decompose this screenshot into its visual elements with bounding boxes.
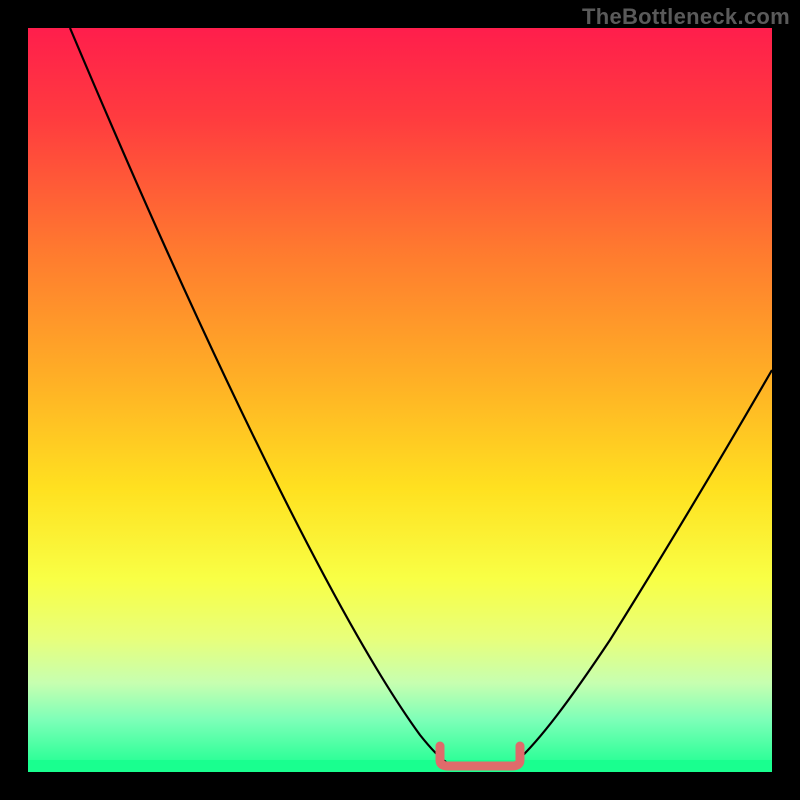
bottleneck-chart <box>0 0 800 800</box>
baseline-strip <box>28 760 772 772</box>
plot-background <box>28 28 772 772</box>
chart-frame: TheBottleneck.com <box>0 0 800 800</box>
watermark-text: TheBottleneck.com <box>582 4 790 30</box>
